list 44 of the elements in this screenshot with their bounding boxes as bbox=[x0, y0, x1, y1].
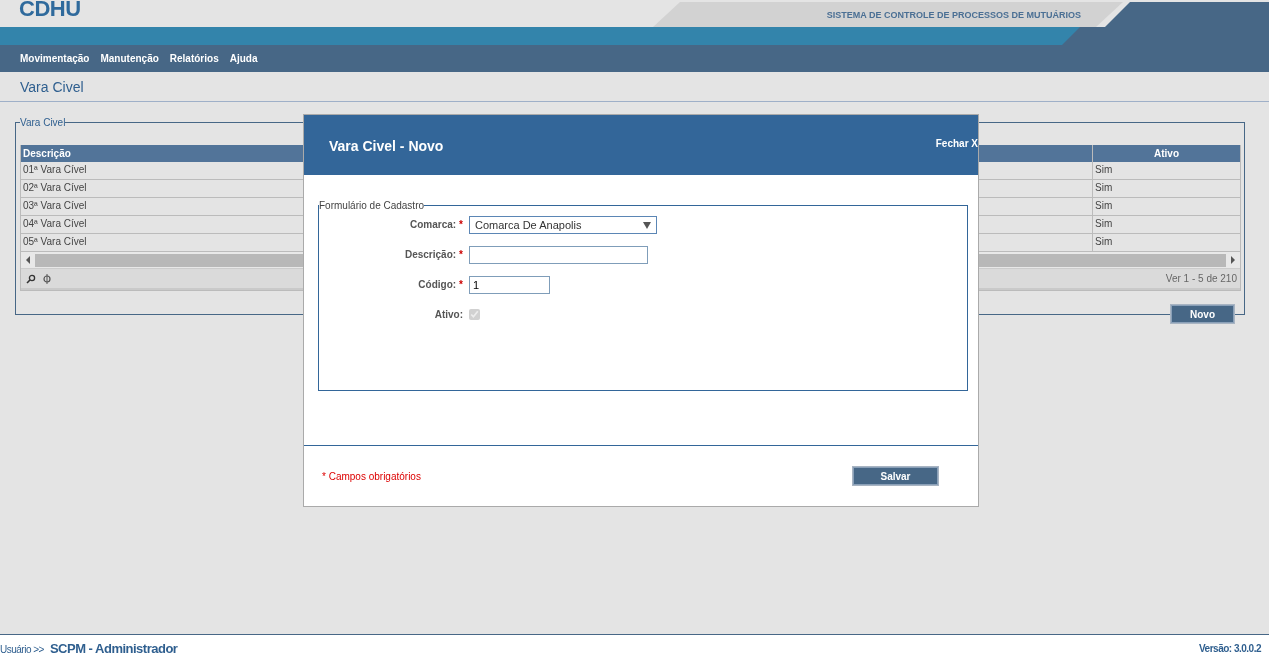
required-mark: * bbox=[459, 219, 463, 230]
version-text: Versão: 3.0.0.2 bbox=[1199, 642, 1261, 654]
refresh-icon[interactable] bbox=[42, 273, 52, 284]
menu-item[interactable]: Ajuda bbox=[229, 53, 258, 64]
table-cell: 04ª Vara Cível bbox=[23, 218, 87, 229]
text-field[interactable] bbox=[469, 245, 648, 264]
user-name: SCPM - Administrador bbox=[49, 640, 178, 656]
table-cell: 05ª Vara Cível bbox=[23, 236, 87, 247]
pager-info: Ver 1 - 5 de 210 bbox=[1165, 273, 1237, 284]
field-label: Descrição: bbox=[404, 249, 457, 260]
table-cell: Sim bbox=[1092, 216, 1240, 233]
table-cell: 02ª Vara Cível bbox=[23, 182, 87, 193]
table-cell: Sim bbox=[1092, 198, 1240, 215]
modal-title: Vara Civel - Novo bbox=[329, 138, 444, 154]
comarca-dropdown[interactable]: Comarca De Anapolis bbox=[469, 215, 657, 234]
column-header[interactable]: Descrição bbox=[23, 148, 71, 159]
menu-item[interactable]: Relatórios bbox=[169, 53, 219, 64]
text-field[interactable]: 1 bbox=[469, 275, 550, 294]
page-title: Vara Civel bbox=[0, 72, 1269, 102]
required-note: * Campos obrigatórios bbox=[322, 470, 421, 482]
system-title: SISTEMA DE CONTROLE DE PROCESSOS DE MUTUÁRIOS bbox=[826, 9, 1081, 20]
panel-legend: Vara Civel bbox=[20, 117, 66, 128]
field-label: Código: bbox=[418, 279, 457, 290]
required-mark: * bbox=[459, 249, 463, 260]
table-cell: 01ª Vara Cível bbox=[23, 164, 87, 175]
required-mark: * bbox=[459, 279, 463, 290]
menu-item[interactable]: Movimentação bbox=[20, 53, 90, 64]
scroll-left-icon[interactable] bbox=[25, 256, 31, 264]
logo: CDHU bbox=[19, 0, 81, 18]
column-header[interactable]: Ativo bbox=[1154, 148, 1179, 159]
field-label: Ativo: bbox=[434, 309, 463, 320]
new-button[interactable]: Novo bbox=[1171, 305, 1234, 323]
table-cell: Sim bbox=[1092, 234, 1240, 251]
table-cell: 03ª Vara Cível bbox=[23, 200, 87, 211]
form-legend: Formulário de Cadastro bbox=[319, 200, 425, 211]
field-label: Comarca: bbox=[409, 219, 457, 230]
search-icon[interactable] bbox=[26, 273, 36, 284]
table-cell: Sim bbox=[1092, 180, 1240, 197]
table-cell: Sim bbox=[1092, 162, 1240, 179]
close-link[interactable]: Fechar X bbox=[935, 138, 978, 149]
user-label: Usuário >> bbox=[0, 643, 44, 655]
scroll-right-icon[interactable] bbox=[1230, 256, 1236, 264]
save-button[interactable]: Salvar bbox=[853, 467, 938, 485]
menu-item[interactable]: Manutenção bbox=[100, 53, 159, 64]
